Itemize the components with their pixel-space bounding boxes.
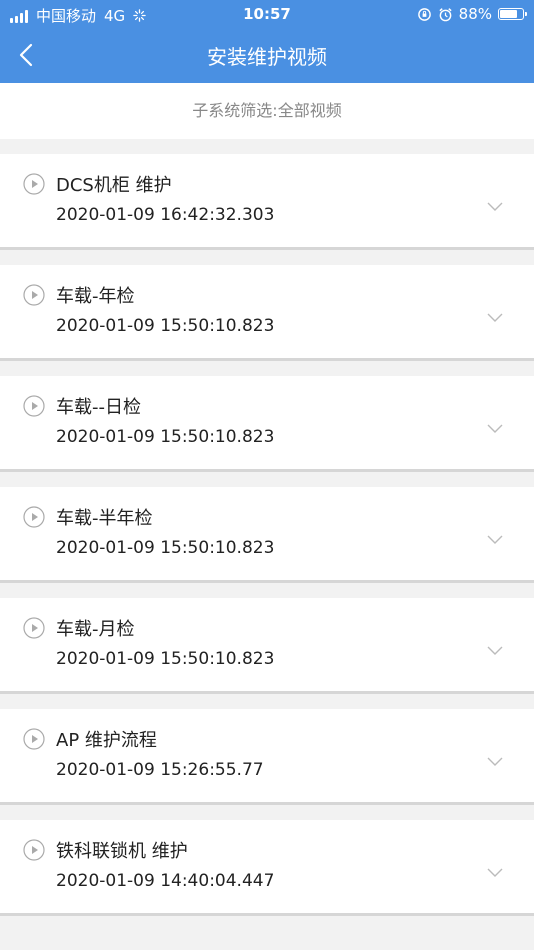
chevron-down-icon[interactable]: [487, 535, 503, 545]
video-title: 车载-年检: [56, 286, 135, 307]
video-date: 2020-01-09 15:50:10.823: [56, 538, 275, 558]
orientation-lock-icon: [417, 7, 431, 21]
video-date: 2020-01-09 15:50:10.823: [56, 427, 275, 447]
video-item[interactable]: 铁科联锁机 维护 2020-01-09 14:40:04.447: [0, 820, 534, 916]
chevron-down-icon[interactable]: [487, 313, 503, 323]
play-circle-icon[interactable]: [23, 728, 45, 750]
video-item[interactable]: 车载--日检 2020-01-09 15:50:10.823: [0, 376, 534, 472]
status-bar: 中国移动 4G 10:57 88%: [0, 0, 534, 28]
chevron-down-icon[interactable]: [487, 424, 503, 434]
video-title: 车载-月检: [56, 619, 135, 640]
video-title: 铁科联锁机 维护: [56, 841, 188, 862]
video-title: 车载--日检: [56, 397, 141, 418]
play-circle-icon[interactable]: [23, 839, 45, 861]
play-circle-icon[interactable]: [23, 284, 45, 306]
play-circle-icon[interactable]: [23, 395, 45, 417]
battery-icon: [498, 8, 527, 20]
video-date: 2020-01-09 15:26:55.77: [56, 760, 264, 780]
play-circle-icon[interactable]: [23, 173, 45, 195]
video-item[interactable]: 车载-年检 2020-01-09 15:50:10.823: [0, 265, 534, 361]
chevron-down-icon[interactable]: [487, 868, 503, 878]
chevron-down-icon[interactable]: [487, 757, 503, 767]
video-list: DCS机柜 维护 2020-01-09 16:42:32.303 车载-年检 2020…: [0, 154, 534, 931]
video-date: 2020-01-09 16:42:32.303: [56, 205, 275, 225]
status-right: 88%: [417, 5, 527, 23]
video-title: 车载-半年检: [56, 508, 153, 529]
video-title: AP 维护流程: [56, 730, 157, 751]
video-title: DCS机柜 维护: [56, 175, 172, 196]
alarm-icon: [439, 7, 452, 21]
chevron-down-icon[interactable]: [487, 646, 503, 656]
play-circle-icon[interactable]: [23, 506, 45, 528]
battery-percent: 88%: [458, 5, 492, 23]
page-title: 安装维护视频: [207, 45, 327, 69]
video-date: 2020-01-09 15:50:10.823: [56, 649, 275, 669]
video-date: 2020-01-09 14:40:04.447: [56, 871, 275, 891]
video-date: 2020-01-09 15:50:10.823: [56, 316, 275, 336]
video-item[interactable]: AP 维护流程 2020-01-09 15:26:55.77: [0, 709, 534, 805]
video-item[interactable]: DCS机柜 维护 2020-01-09 16:42:32.303: [0, 154, 534, 250]
chevron-down-icon[interactable]: [487, 202, 503, 212]
nav-bar: 安装维护视频: [0, 28, 534, 83]
play-circle-icon[interactable]: [23, 617, 45, 639]
video-item[interactable]: 车载-半年检 2020-01-09 15:50:10.823: [0, 487, 534, 583]
subsystem-filter[interactable]: 子系统筛选:全部视频: [0, 83, 534, 139]
video-item[interactable]: 车载-月检 2020-01-09 15:50:10.823: [0, 598, 534, 694]
